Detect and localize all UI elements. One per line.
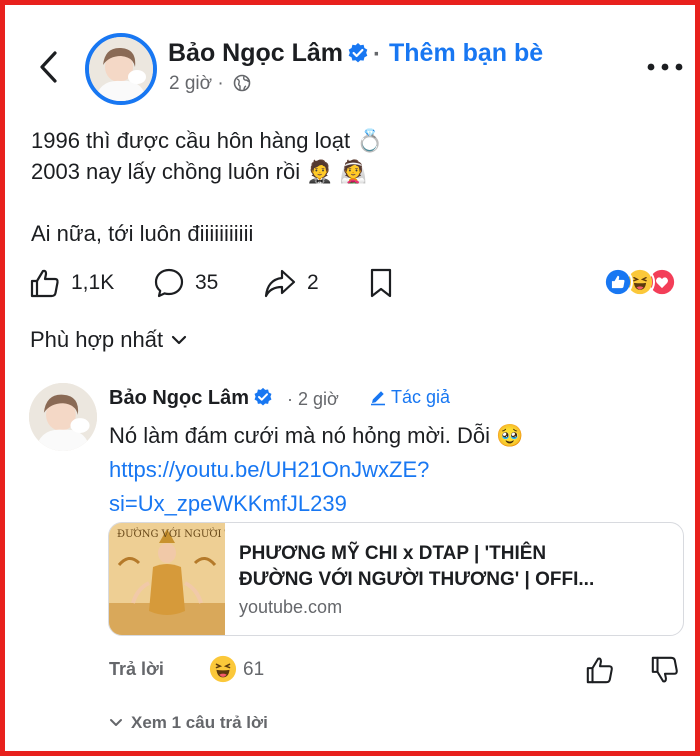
screenshot-frame: Bảo Ngọc Lâm · Thêm bạn bè 2 giờ · 1996 …: [0, 0, 700, 756]
share-arrow-icon: [264, 269, 296, 298]
comment-bubble-icon: [154, 268, 184, 298]
sort-label: Phù hợp nhất: [30, 327, 164, 352]
verified-badge-icon: [348, 43, 368, 63]
save-button[interactable]: [367, 263, 395, 303]
like-button[interactable]: 1,1K: [29, 263, 114, 303]
verified-badge-icon: [254, 387, 272, 406]
author-badge: Tác giả: [369, 387, 450, 408]
like-reaction-icon: [603, 267, 633, 297]
commenter-name[interactable]: Bảo Ngọc Lâm: [109, 387, 273, 410]
post-line: 1996 thì được cầu hôn hàng loạt 💍: [31, 128, 384, 153]
comment-sort-dropdown[interactable]: Phù hợp nhất: [30, 327, 187, 353]
preview-domain: youtube.com: [239, 597, 343, 617]
like-count: 1,1K: [71, 271, 115, 294]
bookmark-icon: [370, 268, 392, 298]
avatar-photo: [89, 37, 153, 101]
post-line: Ai nữa, tới luôn điiiiiiiiiii: [31, 221, 254, 246]
share-button[interactable]: 2: [263, 263, 319, 303]
svg-text:ĐƯỜNG VỚI NGƯỜI T: ĐƯỜNG VỚI NGƯỜI T: [117, 528, 225, 540]
comment-text: Nó làm đám cưới mà nó hỏng mời. Dỗi 🥹: [109, 423, 524, 448]
reply-button[interactable]: Trả lời: [109, 659, 164, 680]
comment-timestamp: · 2 giờ: [287, 389, 339, 409]
video-thumbnail: ĐƯỜNG VỚI NGƯỜI T: [109, 523, 225, 635]
comment-button[interactable]: 35: [153, 263, 218, 303]
more-options-icon[interactable]: [645, 60, 685, 74]
thumbs-down-icon[interactable]: [650, 655, 680, 685]
post-line: 2003 nay lấy chồng luôn rồi 🤵 👰: [31, 159, 368, 184]
author-avatar[interactable]: [85, 33, 157, 105]
post-timestamp: 2 giờ: [169, 73, 213, 94]
avatar-photo: [29, 383, 97, 451]
link-preview-card[interactable]: ĐƯỜNG VỚI NGƯỜI T PHƯƠNG MỸ CHI x DTAP |…: [108, 522, 684, 636]
chevron-down-icon: [171, 335, 187, 345]
post-action-bar: 1,1K 35 2: [29, 263, 679, 303]
commenter-avatar[interactable]: [29, 383, 97, 451]
chevron-down-icon: [110, 719, 122, 726]
comment-reaction-count: 61: [243, 659, 265, 680]
link-line: si=Ux_zpeWKKmfJL239: [109, 491, 347, 516]
header-separator: ·: [373, 41, 381, 68]
link-line: https://youtu.be/UH21OnJwxZE?: [109, 457, 430, 482]
thumbs-up-icon[interactable]: [585, 655, 615, 685]
comment-count: 35: [195, 271, 219, 294]
comment-link[interactable]: https://youtu.be/UH21OnJwxZE? si=Ux_zpeW…: [109, 453, 429, 521]
view-replies-button[interactable]: Xem 1 câu trả lời: [109, 713, 268, 733]
meta-dot: ·: [217, 73, 224, 94]
add-friend-button[interactable]: Thêm bạn bè: [389, 39, 543, 68]
share-count: 2: [307, 271, 319, 294]
post-text: 1996 thì được cầu hôn hàng loạt 💍 2003 n…: [31, 125, 671, 249]
author-name[interactable]: Bảo Ngọc Lâm: [168, 39, 369, 68]
globe-icon: [233, 74, 251, 92]
back-chevron-icon[interactable]: [35, 47, 63, 87]
pencil-icon: [371, 391, 385, 406]
haha-reaction-icon[interactable]: [209, 655, 237, 683]
post-meta: 2 giờ ·: [169, 73, 251, 95]
reaction-summary[interactable]: [603, 267, 679, 299]
thumbs-up-icon: [30, 269, 59, 298]
preview-title: PHƯƠNG MỸ CHI x DTAP | 'THIÊN ĐƯỜNG VỚI …: [239, 543, 595, 590]
